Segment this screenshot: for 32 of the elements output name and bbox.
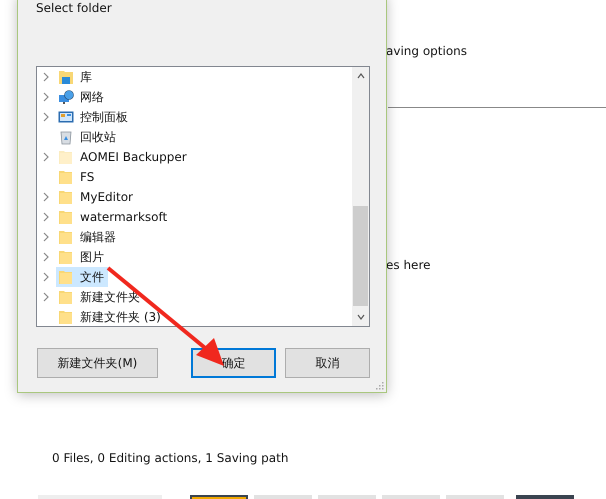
tree-item[interactable]: 文件 (56, 267, 108, 287)
dialog-button[interactable]: 新建文件夹(M) (37, 348, 158, 378)
scrollbar[interactable] (352, 67, 369, 326)
chevron-icon[interactable] (42, 232, 50, 242)
chevron-icon[interactable] (42, 252, 50, 262)
chevron-icon[interactable] (42, 212, 50, 222)
chevron-icon[interactable] (42, 152, 50, 162)
chevron-icon[interactable] (42, 292, 50, 302)
chevron-icon[interactable] (42, 72, 50, 82)
chevron-icon[interactable] (42, 192, 50, 202)
drop-hint: es here (386, 258, 430, 272)
scroll-up-icon[interactable] (356, 72, 366, 80)
tree-item[interactable]: 控制面板 (56, 107, 132, 127)
resize-grip-icon[interactable] (376, 382, 384, 390)
tree-item[interactable]: 回收站 (56, 127, 120, 147)
chevron-icon[interactable] (42, 112, 50, 122)
chevron-icon[interactable] (42, 272, 50, 282)
tree-item[interactable]: 图片 (56, 247, 108, 267)
tree-item[interactable]: FS (56, 167, 98, 187)
tree-item[interactable]: 库 (56, 67, 96, 87)
dialog-button[interactable]: 取消 (285, 348, 370, 378)
tree-item[interactable]: MyEditor (56, 187, 137, 207)
tree-item[interactable]: AOMEI Backupper (56, 147, 191, 167)
section-title: aving options (386, 44, 468, 58)
tree-item[interactable]: 新建文件夹 (3) (56, 307, 165, 327)
tree-item[interactable]: 编辑器 (56, 227, 120, 247)
status-text: 0 Files, 0 Editing actions, 1 Saving path (52, 451, 288, 465)
scroll-down-icon[interactable] (356, 313, 366, 321)
dialog-title: Select folder (36, 1, 112, 15)
tree-item[interactable]: watermarksoft (56, 207, 172, 227)
tree-item[interactable]: 网络 (56, 87, 108, 107)
chevron-icon[interactable] (42, 92, 50, 102)
